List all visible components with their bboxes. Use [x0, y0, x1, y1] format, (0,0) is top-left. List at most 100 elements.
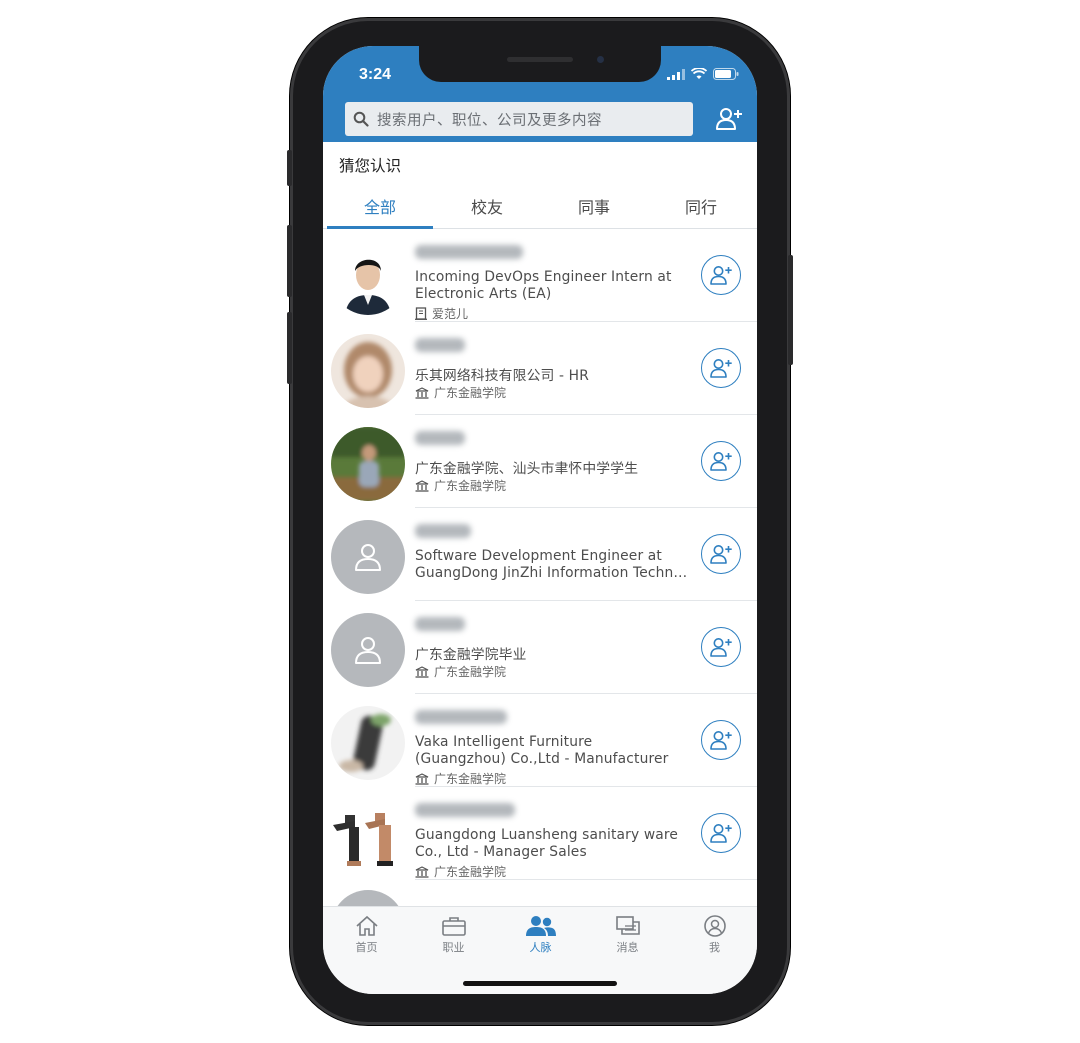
- person-headline: Software Development Engineer at: [415, 548, 662, 564]
- status-time: 3:24: [359, 66, 392, 83]
- person-meta: 广东金融学院: [415, 384, 506, 401]
- person-headline-2: GuangDong JinZhi Information Techn…: [415, 565, 688, 581]
- tab-all[interactable]: 全部: [326, 194, 434, 218]
- power-button: [788, 255, 793, 365]
- bottom-tab-bar: 首页 职业 人脉 消息 我: [323, 906, 757, 994]
- avatar: [331, 334, 405, 408]
- school-icon: [415, 865, 429, 878]
- person-meta: 爱范儿: [415, 305, 468, 322]
- tab-jobs[interactable]: 职业: [410, 915, 497, 955]
- person-name-blurred: [415, 338, 465, 352]
- connect-button[interactable]: [701, 627, 741, 667]
- meta-text: 广东金融学院: [434, 479, 507, 493]
- list-item[interactable]: Software Development Engineer at GuangDo…: [323, 508, 757, 601]
- list-item[interactable]: Vaka Intelligent Furniture (Guangzhou) C…: [323, 694, 757, 787]
- meta-text: 广东金融学院: [434, 665, 507, 679]
- tab-network-label: 人脉: [529, 941, 552, 954]
- person-headline: Vaka Intelligent Furniture: [415, 734, 593, 750]
- filter-tabs: 全部 校友 同事 同行: [323, 186, 757, 229]
- profile-icon: [703, 915, 726, 937]
- search-icon: [353, 111, 369, 127]
- search-placeholder: 搜索用户、职位、公司及更多内容: [377, 112, 602, 129]
- list-item[interactable]: Guangdong Luansheng sanitary ware Co., L…: [323, 787, 757, 880]
- meta-text: 广东金融学院: [434, 386, 507, 400]
- connect-button[interactable]: [701, 813, 741, 853]
- school-icon: [415, 772, 429, 785]
- add-contact-icon: [710, 452, 732, 471]
- phone-notch: [419, 46, 661, 82]
- add-contact-icon: [710, 266, 732, 285]
- tab-home-label: 首页: [355, 941, 378, 954]
- tab-jobs-label: 职业: [442, 941, 465, 954]
- person-headline: 广东金融学院、汕头市聿怀中学学生: [415, 461, 639, 477]
- person-name-blurred: [415, 245, 523, 259]
- battery-icon: [713, 68, 739, 80]
- add-contact-icon: [710, 638, 732, 657]
- home-indicator: [463, 981, 617, 986]
- person-name-blurred: [415, 431, 465, 445]
- person-meta: 广东金融学院: [415, 863, 506, 880]
- school-icon: [415, 386, 429, 399]
- status-icons: [667, 68, 739, 80]
- meta-text: 广东金融学院: [434, 865, 507, 879]
- mute-switch: [287, 150, 292, 186]
- tab-industry-peers[interactable]: 同行: [647, 194, 755, 218]
- phone-speaker: [507, 57, 573, 62]
- front-camera: [597, 56, 604, 63]
- section-title: 猜您认识: [339, 157, 402, 175]
- briefcase-icon: [441, 917, 466, 936]
- connect-button[interactable]: [701, 534, 741, 574]
- wifi-icon: [691, 68, 707, 79]
- add-contact-icon: [710, 731, 732, 750]
- connect-button[interactable]: [701, 720, 741, 760]
- person-headline: Incoming DevOps Engineer Intern at: [415, 269, 672, 285]
- tab-me-label: 我: [709, 941, 720, 954]
- person-icon: [355, 544, 381, 571]
- connect-button[interactable]: [701, 441, 741, 481]
- connect-button[interactable]: [701, 255, 741, 295]
- tab-messages[interactable]: 消息: [584, 915, 671, 955]
- avatar: [331, 241, 405, 315]
- list-item[interactable]: Incoming DevOps Engineer Intern at Elect…: [323, 229, 757, 322]
- tab-messages-label: 消息: [616, 941, 639, 954]
- tab-network[interactable]: 人脉: [497, 915, 584, 955]
- building-icon: [415, 307, 427, 320]
- avatar: [331, 706, 405, 780]
- list-item[interactable]: 广东金融学院毕业 广东金融学院: [323, 601, 757, 694]
- search-bar[interactable]: 搜索用户、职位、公司及更多内容: [345, 102, 693, 136]
- avatar: [331, 799, 405, 873]
- add-contact-icon: [710, 824, 732, 843]
- person-headline-2: Electronic Arts (EA): [415, 286, 552, 302]
- avatar-placeholder: [331, 520, 405, 594]
- person-icon: [355, 637, 381, 664]
- school-icon: [415, 479, 429, 492]
- add-contact-icon: [710, 545, 732, 564]
- person-name-blurred: [415, 710, 507, 724]
- add-contact-icon[interactable]: [715, 106, 743, 132]
- person-name-blurred: [415, 617, 465, 631]
- avatar-placeholder: [331, 613, 405, 687]
- tab-home[interactable]: 首页: [323, 915, 410, 955]
- person-headline: Guangdong Luansheng sanitary ware: [415, 827, 679, 843]
- volume-up-button: [287, 225, 292, 297]
- person-meta: 广东金融学院: [415, 770, 506, 787]
- list-item[interactable]: 乐其网络科技有限公司 - HR 广东金融学院: [323, 322, 757, 415]
- tab-alumni[interactable]: 校友: [433, 194, 541, 218]
- tab-colleagues[interactable]: 同事: [540, 194, 648, 218]
- home-icon: [355, 915, 378, 936]
- person-headline: 乐其网络科技有限公司 - HR: [415, 368, 589, 384]
- school-icon: [415, 665, 429, 678]
- meta-text: 广东金融学院: [434, 772, 507, 786]
- signal-icon: [667, 68, 685, 80]
- messages-icon: [615, 916, 640, 935]
- person-meta: 广东金融学院: [415, 477, 506, 494]
- volume-down-button: [287, 312, 292, 384]
- person-name-blurred: [415, 524, 471, 538]
- person-name-blurred: [415, 803, 515, 817]
- connect-button[interactable]: [701, 348, 741, 388]
- person-headline-2: Co., Ltd - Manager Sales: [415, 844, 587, 860]
- person-headline-2: (Guangzhou) Co.,Ltd - Manufacturer: [415, 751, 669, 767]
- list-item[interactable]: 广东金融学院、汕头市聿怀中学学生 广东金融学院: [323, 415, 757, 508]
- avatar: [331, 427, 405, 501]
- tab-me[interactable]: 我: [671, 915, 757, 955]
